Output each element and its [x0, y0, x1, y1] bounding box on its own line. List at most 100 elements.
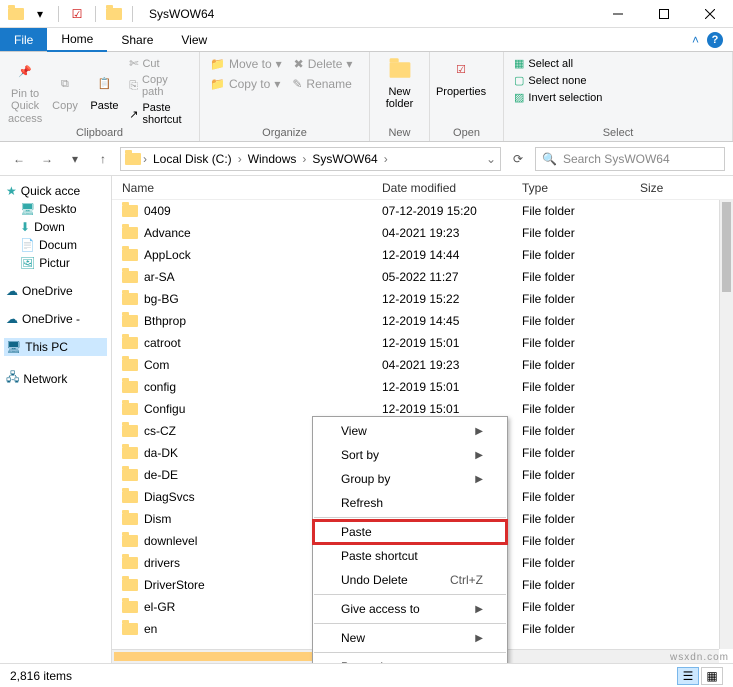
select-none-button[interactable]: ▢Select none [512, 73, 724, 88]
ribbon-collapse-icon[interactable]: ˄ [692, 33, 699, 47]
ctx-group-by[interactable]: Group by▶ [313, 467, 507, 491]
nav-recent-button[interactable]: ▾ [64, 148, 86, 170]
minimize-button[interactable] [595, 0, 641, 28]
tab-share[interactable]: Share [107, 28, 167, 51]
ctx-paste-shortcut[interactable]: Paste shortcut [313, 544, 507, 568]
paste-button[interactable]: 📋 Paste [88, 56, 122, 127]
folder-icon [6, 4, 26, 24]
table-row[interactable]: Advance04-2021 19:23File folder [112, 222, 733, 244]
table-row[interactable]: bg-BG12-2019 15:22File folder [112, 288, 733, 310]
nav-downloads[interactable]: ⬇Down [4, 218, 107, 236]
new-folder-button[interactable]: New folder [378, 56, 421, 110]
copy-icon: ⧉ [51, 70, 79, 98]
nav-back-button[interactable]: ← [8, 148, 30, 170]
nav-desktop[interactable]: 🖥Deskto [4, 200, 107, 218]
pin-icon: 📌 [11, 58, 39, 86]
table-row[interactable]: catroot12-2019 15:01File folder [112, 332, 733, 354]
table-row[interactable]: Com04-2021 19:23File folder [112, 354, 733, 376]
paste-shortcut-button[interactable]: ↗Paste shortcut [127, 101, 191, 127]
maximize-button[interactable] [641, 0, 687, 28]
title-bar: ▾ ☑ SysWOW64 [0, 0, 733, 28]
nav-onedrive-2[interactable]: ☁OneDrive - [4, 310, 107, 328]
crumb-syswow64[interactable]: SysWOW64 [308, 152, 381, 166]
col-date[interactable]: Date modified [382, 181, 522, 195]
col-name[interactable]: Name [122, 181, 382, 195]
col-size[interactable]: Size [640, 181, 700, 195]
view-icons-button[interactable]: ▦ [701, 667, 723, 685]
help-icon[interactable]: ? [707, 32, 723, 48]
folder-icon [122, 227, 138, 239]
ctx-new[interactable]: New▶ [313, 626, 507, 650]
ctx-view[interactable]: View▶ [313, 419, 507, 443]
folder-icon [122, 513, 138, 525]
tab-file[interactable]: File [0, 28, 47, 51]
nav-network[interactable]: 🖧Network [4, 366, 107, 391]
pin-to-quick-access-button[interactable]: 📌 Pin to Quick access [8, 56, 42, 127]
nav-forward-button[interactable]: → [36, 148, 58, 170]
view-details-button[interactable]: ☰ [677, 667, 699, 685]
folder-icon [122, 205, 138, 217]
move-to-button[interactable]: 📁 Move to ▾ [208, 56, 284, 72]
folder-icon [122, 425, 138, 437]
ctx-properties[interactable]: Properties [313, 655, 507, 663]
nav-onedrive[interactable]: ☁OneDrive [4, 282, 107, 300]
ribbon: 📌 Pin to Quick access ⧉ Copy 📋 Paste ✄Cu… [0, 52, 733, 142]
ctx-undo-delete[interactable]: Undo DeleteCtrl+Z [313, 568, 507, 592]
table-row[interactable]: Bthprop12-2019 14:45File folder [112, 310, 733, 332]
properties-button[interactable]: ☑ Properties [438, 56, 484, 98]
crumb-drive[interactable]: Local Disk (C:) [149, 152, 236, 166]
nav-documents[interactable]: 📄Docum [4, 236, 107, 254]
invert-selection-button[interactable]: ▨Invert selection [512, 90, 724, 105]
shortcut-icon: ↗ [129, 108, 138, 121]
copy-button[interactable]: ⧉ Copy [48, 56, 82, 127]
column-headers[interactable]: Name Date modified Type Size [112, 176, 733, 200]
nav-up-button[interactable]: ↑ [92, 148, 114, 170]
qat-check-icon[interactable]: ☑ [67, 4, 87, 24]
nav-pictures[interactable]: 🖼Pictur [4, 254, 107, 272]
folder-icon [122, 469, 138, 481]
copy-path-button[interactable]: ⎘Copy path [127, 73, 191, 99]
ctx-sort-by[interactable]: Sort by▶ [313, 443, 507, 467]
refresh-button[interactable]: ⟳ [507, 148, 529, 170]
nav-quick-access[interactable]: ★Quick acce [4, 182, 107, 200]
tab-view[interactable]: View [167, 28, 221, 51]
delete-button[interactable]: ✖ Delete ▾ [292, 56, 355, 72]
table-row[interactable]: AppLock12-2019 14:44File folder [112, 244, 733, 266]
close-button[interactable] [687, 0, 733, 28]
folder-icon [122, 403, 138, 415]
col-type[interactable]: Type [522, 181, 640, 195]
folder-icon [122, 557, 138, 569]
folder-icon [122, 601, 138, 613]
rename-button[interactable]: ✎ Rename [290, 76, 353, 92]
ctx-refresh[interactable]: Refresh [313, 491, 507, 515]
folder-icon [122, 293, 138, 305]
addr-dropdown-icon[interactable]: ⌄ [486, 152, 496, 166]
ctx-paste[interactable]: Paste [313, 520, 507, 544]
address-path[interactable]: › Local Disk (C:)› Windows› SysWOW64› ⌄ [120, 147, 501, 171]
folder-icon [122, 249, 138, 261]
search-input[interactable]: 🔍 Search SysWOW64 [535, 147, 725, 171]
scissors-icon: ✄ [129, 57, 138, 70]
table-row[interactable]: config12-2019 15:01File folder [112, 376, 733, 398]
group-label-clipboard: Clipboard [8, 127, 191, 139]
select-all-button[interactable]: ▦Select all [512, 56, 724, 71]
ribbon-tabs: File Home Share View ˄ ? [0, 28, 733, 52]
folder-icon [122, 447, 138, 459]
table-row[interactable]: ar-SA05-2022 11:27File folder [112, 266, 733, 288]
tab-home[interactable]: Home [47, 28, 107, 52]
ctx-give-access[interactable]: Give access to▶ [313, 597, 507, 621]
folder-icon [122, 359, 138, 371]
qat-dropdown[interactable]: ▾ [30, 4, 50, 24]
crumb-windows[interactable]: Windows [244, 152, 301, 166]
vertical-scrollbar[interactable] [719, 200, 733, 649]
table-row[interactable]: 040907-12-2019 15:20File folder [112, 200, 733, 222]
folder-icon [122, 381, 138, 393]
nav-this-pc[interactable]: 🖥This PC [4, 338, 107, 356]
group-label-new: New [378, 127, 421, 139]
search-icon: 🔍 [542, 152, 557, 166]
context-menu: View▶ Sort by▶ Group by▶ Refresh Paste P… [312, 416, 508, 663]
copy-to-button[interactable]: 📁 Copy to ▾ [208, 76, 282, 92]
status-bar: 2,816 items ☰ ▦ [0, 663, 733, 687]
cut-button[interactable]: ✄Cut [127, 56, 191, 71]
drive-icon [125, 153, 141, 165]
